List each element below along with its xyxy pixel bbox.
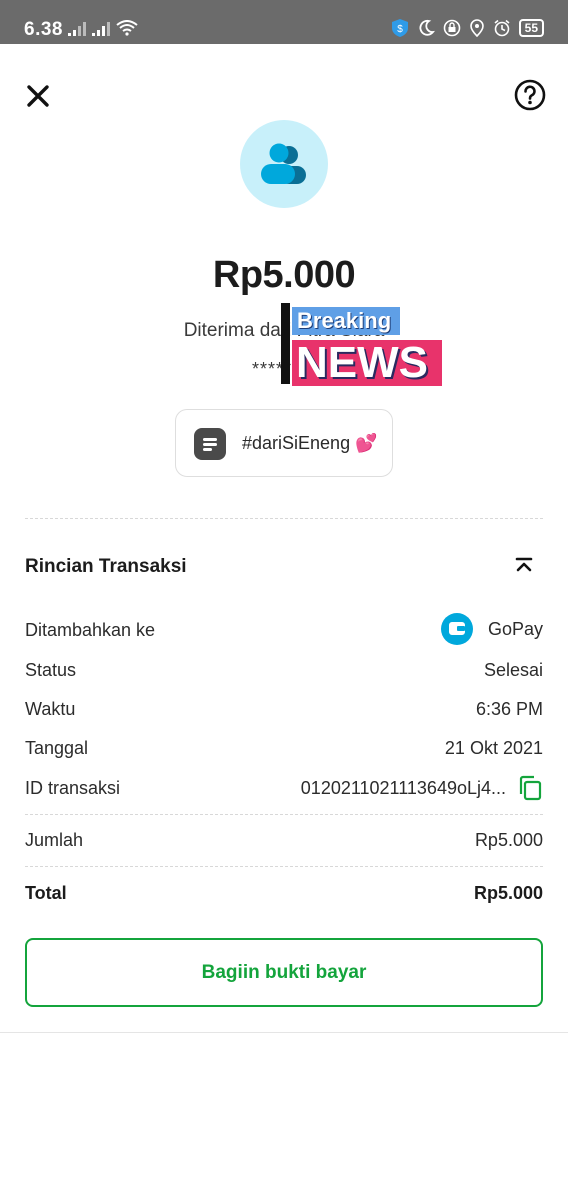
- location-icon: [469, 19, 484, 37]
- wallet-icon: [441, 613, 473, 645]
- section-separator: [0, 1032, 568, 1033]
- divider: [25, 814, 543, 815]
- svg-text:$: $: [397, 24, 403, 35]
- news-label: NEWS: [292, 340, 442, 386]
- signal-icon: [92, 22, 110, 36]
- users-icon: [261, 143, 306, 184]
- row-value-total: Rp5.000: [473, 883, 543, 903]
- row-value-amount: Rp5.000: [474, 830, 543, 850]
- status-right-icons: $ 55: [391, 18, 544, 38]
- row-label-date: Tanggal: [25, 738, 89, 758]
- message-chip: #dariSiEneng 💕: [175, 409, 393, 477]
- status-bar: 6.38 $ 55: [0, 0, 568, 44]
- breaking-label: Breaking: [292, 307, 400, 335]
- row-label-added-to: Ditambahkan ke: [25, 620, 156, 640]
- lock-icon: [443, 19, 460, 37]
- divider: [25, 518, 543, 519]
- wifi-icon: [116, 20, 138, 36]
- row-value-added-to: GoPay: [487, 619, 543, 639]
- copy-icon[interactable]: [518, 775, 542, 801]
- status-time: 6.38: [24, 19, 63, 40]
- row-value-date: 21 Okt 2021: [444, 738, 543, 758]
- collapse-icon[interactable]: [513, 556, 535, 578]
- row-label-transaction-id: ID transaksi: [25, 778, 121, 798]
- help-icon[interactable]: [514, 79, 546, 111]
- row-label-amount: Jumlah: [25, 830, 84, 850]
- battery-indicator: 55: [518, 19, 544, 37]
- signal-icon: [68, 22, 86, 36]
- divider: [25, 866, 543, 867]
- row-value-status: Selesai: [483, 660, 543, 680]
- share-proof-button[interactable]: Bagiin bukti bayar: [25, 938, 543, 1007]
- details-title: Rincian Transaksi: [25, 556, 187, 577]
- close-icon[interactable]: [24, 82, 52, 110]
- amount-text: Rp5.000: [212, 254, 356, 296]
- sender-avatar: [240, 120, 328, 208]
- bottom-area: [0, 1046, 568, 1200]
- row-value-time: 6:36 PM: [475, 699, 543, 719]
- sticker-bar: [281, 303, 290, 384]
- shield-icon: $: [391, 19, 408, 37]
- moon-icon: [419, 19, 435, 36]
- row-label-status: Status: [25, 660, 77, 680]
- alarm-icon: [494, 19, 510, 37]
- row-label-time: Waktu: [25, 699, 76, 719]
- message-text: #dariSiEneng 💕: [242, 433, 378, 453]
- note-icon: [194, 428, 226, 460]
- status-left-icons: [68, 20, 138, 36]
- row-label-total: Total: [25, 883, 67, 903]
- row-value-transaction-id: 0120211021113649oLj4...: [300, 778, 506, 798]
